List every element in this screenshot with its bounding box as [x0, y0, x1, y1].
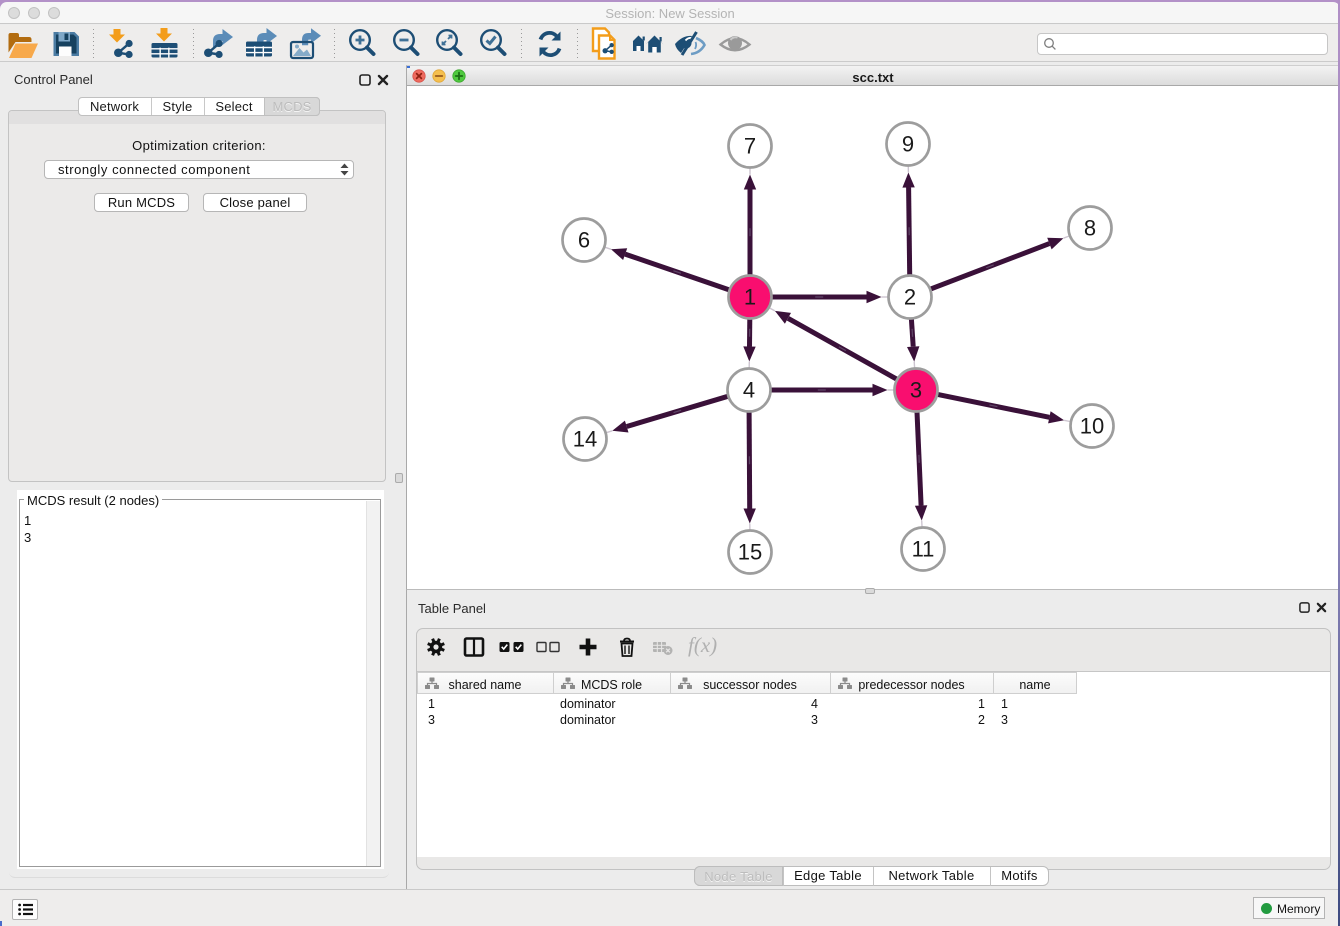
svg-text:15: 15: [738, 540, 762, 565]
svg-text:3: 3: [910, 378, 922, 403]
svg-text:4: 4: [743, 378, 755, 403]
svg-text:9: 9: [902, 132, 914, 157]
svg-text:14: 14: [573, 427, 597, 452]
svg-text:11: 11: [912, 537, 935, 562]
svg-text:6: 6: [578, 228, 590, 253]
svg-text:10: 10: [1080, 414, 1104, 439]
svg-text:7: 7: [744, 134, 756, 159]
svg-text:2: 2: [904, 285, 916, 310]
svg-text:8: 8: [1084, 216, 1096, 241]
svg-text:1: 1: [744, 285, 756, 310]
